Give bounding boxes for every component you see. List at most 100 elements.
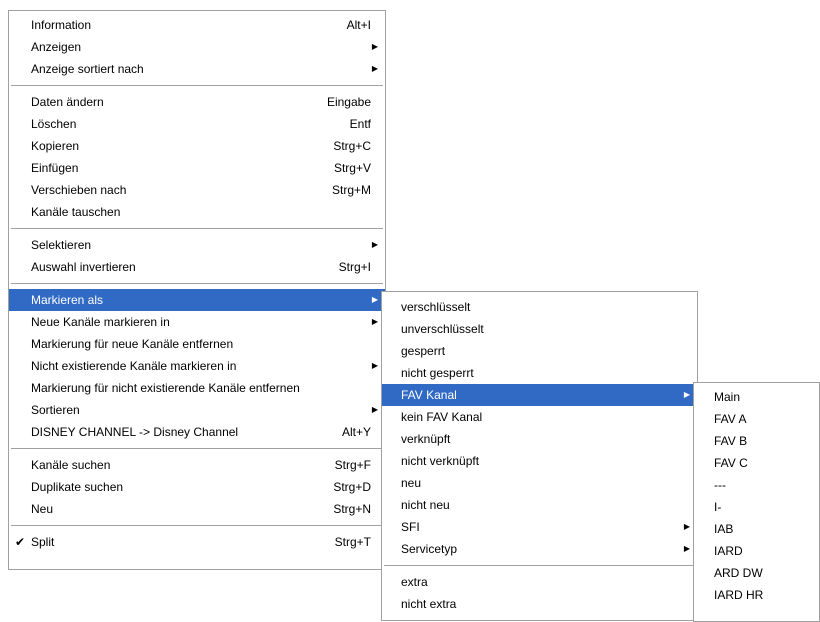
menu-item-label: Kanäle suchen (31, 458, 111, 472)
menu-item-shortcut: Strg+C (333, 139, 371, 153)
menu-item-shortcut: Strg+V (333, 161, 371, 175)
chevron-right-icon: ▶ (371, 240, 378, 249)
menu-item-einfugen[interactable]: Einfügen Strg+V (9, 157, 385, 179)
chevron-right-icon: ▶ (371, 361, 378, 370)
menu-item-label: FAV C (714, 456, 748, 470)
menu-item-daten-andern[interactable]: Daten ändern Eingabe (9, 91, 385, 113)
menu-item-kanale-suchen[interactable]: Kanäle suchen Strg+F (9, 454, 385, 476)
menu-item-extra[interactable]: extra (382, 571, 697, 593)
menu-item-shortcut: Alt+Y (341, 425, 371, 439)
menu-item-label: ARD DW (714, 566, 763, 580)
chevron-right-icon: ▶ (683, 544, 690, 553)
context-menu: Information Alt+I Anzeigen ▶ Anzeige sortier… (8, 10, 386, 570)
menu-item-label: unverschlüsselt (401, 322, 484, 336)
menu-item-label: Kopieren (31, 139, 80, 153)
menu-item-label: FAV B (714, 434, 748, 448)
menu-item-gesperrt[interactable]: gesperrt (382, 340, 697, 362)
menu-item-label: FAV Kanal (401, 388, 457, 402)
menu-item-main[interactable]: Main (694, 386, 819, 408)
menu-item-servicetyp[interactable]: Servicetyp ▶ (382, 538, 697, 560)
menu-item-split[interactable]: ✔ Split Strg+T (9, 531, 385, 553)
menu-item-i[interactable]: I- (694, 496, 819, 518)
menu-item-label: Servicetyp (401, 542, 458, 556)
menu-item-label: Anzeigen (31, 40, 82, 54)
menu-item-ard-dw[interactable]: ARD DW (694, 562, 819, 584)
menu-item-label: IAB (714, 522, 734, 536)
menu-item-label: verschlüsselt (401, 300, 471, 314)
menu-item-nicht-gesperrt[interactable]: nicht gesperrt (382, 362, 697, 384)
menu-item-verknupft[interactable]: verknüpft (382, 428, 697, 450)
menu-item-selektieren[interactable]: Selektieren ▶ (9, 234, 385, 256)
menu-item-information[interactable]: Information Alt+I (9, 14, 385, 36)
menu-separator (11, 525, 383, 526)
menu-item-verschieben-nach[interactable]: Verschieben nach Strg+M (9, 179, 385, 201)
menu-item-shortcut: Eingabe (326, 95, 371, 109)
menu-item-markierung-fur-neue-kanale-entfernen[interactable]: Markierung für neue Kanäle entfernen (9, 333, 385, 355)
menu-item-label: Markierung für nicht existierende Kanäle… (31, 381, 300, 395)
menu-item-iard-hr[interactable]: IARD HR (694, 584, 819, 606)
menu-item-verschlusselt[interactable]: verschlüsselt (382, 296, 697, 318)
menu-item-label: IARD (714, 544, 743, 558)
menu-item-label: gesperrt (401, 344, 446, 358)
menu-item-label: nicht neu (401, 498, 450, 512)
menu-item-sfi[interactable]: SFI ▶ (382, 516, 697, 538)
menu-item-label: verknüpft (401, 432, 451, 446)
menu-item-label: Auswahl invertieren (31, 260, 136, 274)
menu-item-label: I- (714, 500, 722, 514)
menu-item-fav-a[interactable]: FAV A (694, 408, 819, 430)
menu-item-label: Neue Kanäle markieren in (31, 315, 170, 329)
menu-item-label: --- (714, 478, 726, 492)
menu-item-label: Selektieren (31, 238, 92, 252)
menu-item-iab[interactable]: IAB (694, 518, 819, 540)
menu-item-label: kein FAV Kanal (401, 410, 483, 424)
menu-item-label: Kanäle tauschen (31, 205, 121, 219)
menu-item-label: neu (401, 476, 422, 490)
menu-item-kopieren[interactable]: Kopieren Strg+C (9, 135, 385, 157)
menu-item-duplikate-suchen[interactable]: Duplikate suchen Strg+D (9, 476, 385, 498)
menu-item-kanale-tauschen[interactable]: Kanäle tauschen (9, 201, 385, 223)
menu-item-nicht-existierende-kanale-markieren-in[interactable]: Nicht existierende Kanäle markieren in ▶ (9, 355, 385, 377)
menu-item-label: Anzeige sortiert nach (31, 62, 144, 76)
menu-item-sortieren[interactable]: Sortieren ▶ (9, 399, 385, 421)
chevron-right-icon: ▶ (683, 522, 690, 531)
menu-item-unverschlusselt[interactable]: unverschlüsselt (382, 318, 697, 340)
menu-item-disney-channel-disney-channel[interactable]: DISNEY CHANNEL -> Disney Channel Alt+Y (9, 421, 385, 443)
menu-item-anzeigen[interactable]: Anzeigen ▶ (9, 36, 385, 58)
menu-item-markierung-fur-nicht-existierende-kanale-entfernen[interactable]: Markierung für nicht existierende Kanäle… (9, 377, 385, 399)
menu-item-neu[interactable]: neu (382, 472, 697, 494)
chevron-right-icon: ▶ (371, 64, 378, 73)
menu-item-fav-b[interactable]: FAV B (694, 430, 819, 452)
menu-item-neu[interactable]: Neu Strg+N (9, 498, 385, 520)
menu-item-nicht-neu[interactable]: nicht neu (382, 494, 697, 516)
chevron-right-icon: ▶ (371, 405, 378, 414)
menu-item-fav-c[interactable]: FAV C (694, 452, 819, 474)
menu-item-label: DISNEY CHANNEL -> Disney Channel (31, 425, 239, 439)
menu-item-label: Duplikate suchen (31, 480, 124, 494)
menu-item-kein-fav-kanal[interactable]: kein FAV Kanal (382, 406, 697, 428)
menu-item-loschen[interactable]: Löschen Entf (9, 113, 385, 135)
menu-item-shortcut: Strg+I (338, 260, 371, 274)
menu-item-label: extra (401, 575, 428, 589)
menu-item-label: Verschieben nach (31, 183, 127, 197)
chevron-right-icon: ▶ (683, 390, 690, 399)
menu-item-nicht-verknupft[interactable]: nicht verknüpft (382, 450, 697, 472)
menu-item-label: FAV A (714, 412, 747, 426)
menu-item-shortcut: Entf (349, 117, 371, 131)
menu-separator (11, 228, 383, 229)
menu-item-auswahl-invertieren[interactable]: Auswahl invertieren Strg+I (9, 256, 385, 278)
menu-item-neue-kanale-markieren-in[interactable]: Neue Kanäle markieren in ▶ (9, 311, 385, 333)
menu-item-fav-kanal[interactable]: FAV Kanal ▶ (382, 384, 697, 406)
menu-item-markieren-als[interactable]: Markieren als ▶ (9, 289, 385, 311)
chevron-right-icon: ▶ (371, 42, 378, 51)
menu-item-shortcut: Strg+F (334, 458, 371, 472)
menu-item-shortcut: Strg+M (331, 183, 371, 197)
menu-item-iard[interactable]: IARD (694, 540, 819, 562)
menu-item-shortcut: Strg+T (334, 535, 371, 549)
menu-item-nicht-extra[interactable]: nicht extra (382, 593, 697, 615)
menu-item-shortcut: Strg+D (333, 480, 371, 494)
menu-item-anzeige-sortiert-nach[interactable]: Anzeige sortiert nach ▶ (9, 58, 385, 80)
menu-item-item[interactable]: --- (694, 474, 819, 496)
menu-separator (11, 283, 383, 284)
menu-separator (11, 448, 383, 449)
check-icon: ✔ (15, 535, 26, 549)
